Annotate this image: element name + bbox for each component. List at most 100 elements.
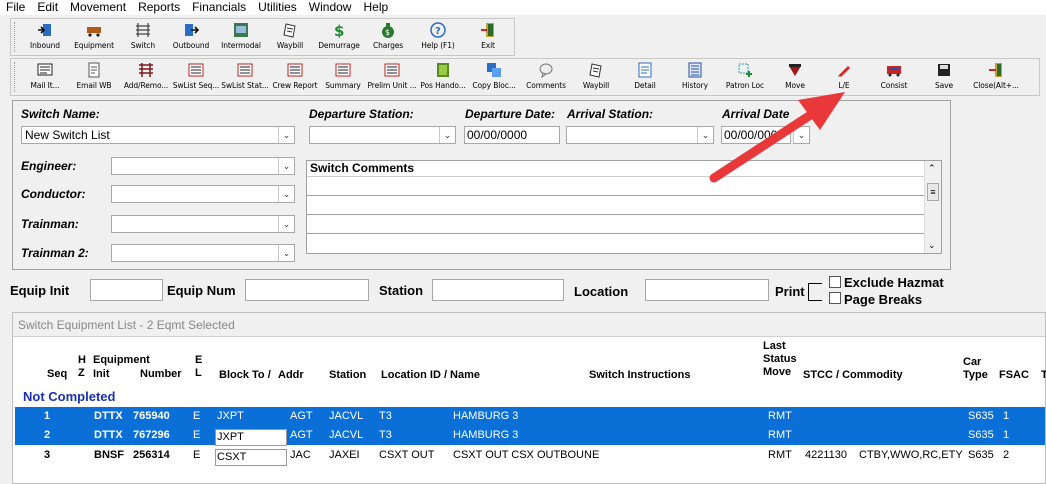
consist-button[interactable]: Consist: [868, 59, 920, 95]
location-input[interactable]: [645, 279, 769, 301]
menu-window[interactable]: Window: [303, 0, 358, 15]
comment-line[interactable]: [307, 215, 924, 234]
menu-reports[interactable]: Reports: [132, 0, 186, 15]
move-icon: [787, 62, 803, 78]
departure-date-input[interactable]: 00/00/0000: [464, 126, 560, 144]
equip-init-label: Equip Init: [10, 283, 70, 298]
col-fsac[interactable]: FSAC: [999, 369, 1029, 381]
chevron-down-icon[interactable]: ⌄: [278, 158, 294, 174]
block-to-cell[interactable]: CSXT: [215, 449, 287, 466]
el-cell: E: [193, 449, 201, 461]
close-alt-button[interactable]: Close(Alt+...: [968, 59, 1024, 95]
crew-report-button[interactable]: Crew Report: [270, 59, 320, 95]
demurrage-button[interactable]: $ Demurrage: [314, 19, 364, 55]
chevron-up-icon[interactable]: ⌃: [928, 163, 936, 174]
prelim-unit-button[interactable]: Prelim Unit ...: [366, 59, 418, 95]
page-breaks-checkbox[interactable]: [829, 292, 841, 304]
menu-financials[interactable]: Financials: [186, 0, 252, 15]
col-station[interactable]: Station: [329, 369, 366, 381]
col-el[interactable]: E L: [195, 354, 202, 380]
col-number[interactable]: Number: [140, 368, 182, 380]
page-breaks-label: Page Breaks: [844, 292, 923, 307]
mail-it-button[interactable]: Mail It...: [22, 59, 68, 95]
engineer-combo[interactable]: ⌄: [111, 157, 295, 175]
table-row[interactable]: 3 BNSF 256314 E JAC JAXEI CSXT OUT CSXT OUT CSX…: [15, 446, 1045, 466]
col-switch-instructions[interactable]: Switch Instructions: [589, 369, 690, 381]
trainman-combo[interactable]: ⌄: [111, 215, 295, 233]
comment-line[interactable]: [307, 196, 924, 215]
col-last-status-move[interactable]: Last Status Move: [763, 340, 797, 379]
chevron-down-icon[interactable]: ⌄: [928, 240, 936, 251]
comments-button[interactable]: Comments: [520, 59, 572, 95]
swlist-stat-button[interactable]: SwList Stat...: [220, 59, 270, 95]
menu-help[interactable]: Help: [357, 0, 394, 15]
menu-movement[interactable]: Movement: [64, 0, 132, 15]
equip-num-input[interactable]: [245, 279, 369, 301]
swlist-seq-button[interactable]: SwList Seq...: [172, 59, 220, 95]
toolbar-grip[interactable]: [14, 22, 20, 52]
col-t[interactable]: T: [1041, 369, 1046, 381]
chevron-down-icon[interactable]: ⌄: [278, 127, 294, 143]
scroll-thumb[interactable]: ≡: [927, 183, 939, 201]
menu-edit[interactable]: Edit: [31, 0, 64, 15]
col-equipment[interactable]: Equipment: [93, 354, 150, 366]
arrival-station-label: Arrival Station:: [567, 107, 654, 121]
addr-cell: JAC: [290, 449, 311, 461]
charges-button[interactable]: $ Charges: [364, 19, 412, 55]
seq-cell: 1: [44, 410, 51, 422]
comments-scrollbar[interactable]: ⌃ ≡ ⌄: [924, 161, 941, 253]
table-row[interactable]: 1 DTTX 765940 E AGT JACVL T3 HAMBURG 3 RMT S635 1 J…: [15, 407, 1045, 426]
switch-button[interactable]: Switch: [120, 19, 166, 55]
chevron-down-icon[interactable]: ⌄: [278, 186, 294, 202]
exit-button[interactable]: Exit: [464, 19, 512, 55]
detail-button[interactable]: Detail: [620, 59, 670, 95]
station-input[interactable]: [432, 279, 564, 301]
chevron-down-icon[interactable]: ⌄: [278, 216, 294, 232]
save-button[interactable]: Save: [920, 59, 968, 95]
print-bracket: [808, 283, 822, 301]
block-to-cell[interactable]: JXPT: [215, 429, 287, 446]
col-car-type[interactable]: Car Type: [963, 356, 988, 382]
add-remo-button[interactable]: Add/Remo...: [120, 59, 172, 95]
el-cell: E: [193, 410, 201, 422]
outbound-button[interactable]: Outbound: [166, 19, 216, 55]
chevron-down-icon[interactable]: ⌄: [439, 127, 455, 143]
outbound-icon: [183, 22, 199, 38]
waybill-button[interactable]: Waybill: [266, 19, 314, 55]
arrival-station-combo[interactable]: ⌄: [566, 126, 714, 144]
switch-name-combo[interactable]: New Switch List ⌄: [21, 126, 295, 144]
intermodal-button[interactable]: Intermodal: [216, 19, 266, 55]
col-block-to[interactable]: Block To /: [219, 369, 271, 381]
menu-utilities[interactable]: Utilities: [252, 0, 303, 15]
departure-station-combo[interactable]: ⌄: [309, 126, 456, 144]
equipment-button[interactable]: Equipment: [68, 19, 120, 55]
trainman2-combo[interactable]: ⌄: [111, 244, 295, 262]
pos-hando-button[interactable]: Pos Hando...: [418, 59, 468, 95]
toolbar-button-label: Switch: [130, 41, 156, 50]
conductor-combo[interactable]: ⌄: [111, 185, 295, 203]
equip-init-input[interactable]: [90, 279, 163, 301]
crew-report-icon: [287, 62, 303, 78]
init-cell: DTTX: [94, 429, 123, 441]
grid-title: Switch Equipment List - 2 Eqmt Selected: [13, 313, 1045, 337]
col-hz[interactable]: H Z: [78, 354, 86, 380]
inbound-button[interactable]: Inbound: [22, 19, 68, 55]
email-wb-button[interactable]: Email WB: [68, 59, 120, 95]
departure-date-label: Departure Date:: [465, 107, 556, 121]
col-location[interactable]: Location ID / Name: [381, 369, 480, 381]
waybill-button[interactable]: Waybill: [572, 59, 620, 95]
copy-bloc-button[interactable]: Copy Bloc...: [468, 59, 520, 95]
chevron-down-icon[interactable]: ⌄: [278, 245, 294, 261]
col-init[interactable]: Init: [93, 368, 110, 380]
menu-file[interactable]: File: [0, 0, 31, 15]
table-row[interactable]: 2 DTTX 767296 E AGT JACVL T3 HAMBURG 3 RMT S635 1 J…: [15, 426, 1045, 446]
col-seq[interactable]: Seq: [47, 368, 67, 380]
toolbar-grip[interactable]: [14, 62, 20, 92]
comment-line[interactable]: [307, 234, 924, 253]
col-stcc-commodity[interactable]: STCC / Commodity: [803, 369, 903, 381]
exclude-hazmat-checkbox[interactable]: [829, 276, 841, 288]
summary-button[interactable]: Summary: [320, 59, 366, 95]
col-addr[interactable]: Addr: [278, 369, 304, 381]
help-f1-button[interactable]: ? Help (F1): [412, 19, 464, 55]
toolbar-button-label: Save: [934, 81, 953, 90]
